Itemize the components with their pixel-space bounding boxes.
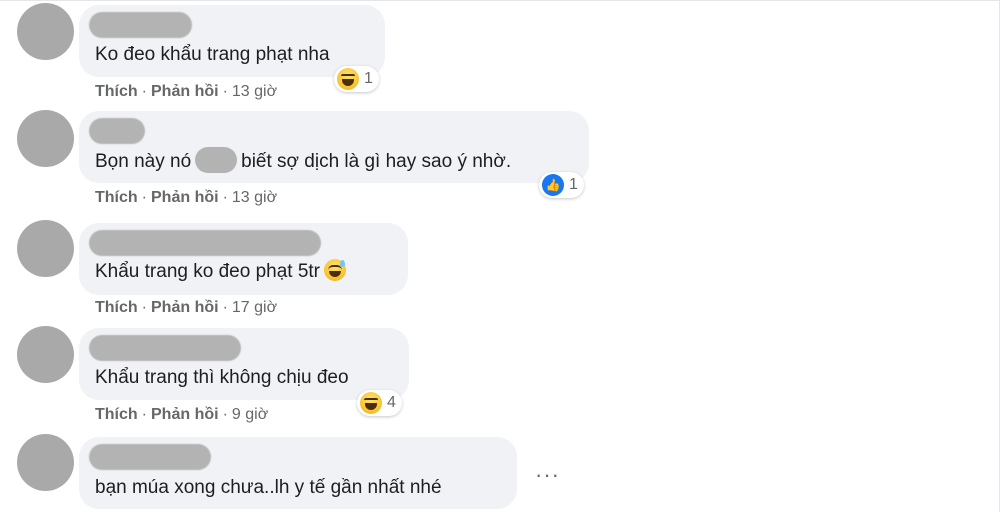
laughing-emoji-icon xyxy=(360,392,382,414)
comment-text: bạn múa xong chưa..lh y tế gần nhất nhé xyxy=(95,477,442,498)
author-name-redacted[interactable] xyxy=(89,12,192,38)
reply-link[interactable]: Phản hồi xyxy=(151,299,219,316)
comment-bubble: Ko đeo khẩu trang phạt nha xyxy=(79,5,385,77)
comment-bubble: bạn múa xong chưa..lh y tế gần nhất nhé xyxy=(79,437,517,509)
author-name-redacted[interactable] xyxy=(89,335,241,361)
like-link[interactable]: Thích xyxy=(95,83,138,100)
comment-text: Ko đeo khẩu trang phạt nha xyxy=(95,44,330,65)
reply-link[interactable]: Phản hồi xyxy=(151,406,219,423)
frame-border-top xyxy=(0,0,1000,1)
comment-meta: Thích · Phản hồi · 9 giờ xyxy=(95,406,268,424)
reply-link[interactable]: Phản hồi xyxy=(151,83,219,100)
like-link[interactable]: Thích xyxy=(95,406,138,423)
avatar[interactable] xyxy=(17,434,74,491)
avatar[interactable] xyxy=(17,220,74,277)
separator: · xyxy=(222,406,228,423)
timestamp[interactable]: 13 giờ xyxy=(232,189,277,206)
comment-meta: Thích · Phản hồi · 13 giờ xyxy=(95,83,277,101)
reaction-count: 1 xyxy=(569,176,578,193)
reply-link[interactable]: Phản hồi xyxy=(151,189,219,206)
comment-meta: Thích · Phản hồi · 13 giờ xyxy=(95,189,277,207)
laughing-emoji-icon xyxy=(337,68,359,90)
timestamp[interactable]: 13 giờ xyxy=(232,83,277,100)
comment-text: Khẩu trang ko đeo phạt 5tr xyxy=(95,259,346,283)
grinning-sweat-emoji-icon xyxy=(324,259,346,281)
reaction-count: 4 xyxy=(387,394,396,411)
author-name-redacted[interactable] xyxy=(89,444,211,470)
reaction-badge[interactable]: 👍 1 xyxy=(539,172,584,198)
author-name-redacted[interactable] xyxy=(89,118,145,144)
avatar[interactable] xyxy=(17,3,74,60)
avatar[interactable] xyxy=(17,326,74,383)
author-name-redacted[interactable] xyxy=(89,230,321,256)
more-options-icon[interactable]: ··· xyxy=(535,462,560,488)
comment-bubble: Khẩu trang ko đeo phạt 5tr xyxy=(79,223,408,295)
thumbs-up-icon: 👍 xyxy=(542,174,564,196)
sweat-drop xyxy=(340,260,345,267)
comment-text-before: Bọn này nó xyxy=(95,151,192,173)
comment-bubble: Bọn này nó biết sợ dịch là gì hay sao ý n… xyxy=(79,111,589,183)
redacted-word xyxy=(195,147,238,173)
separator: · xyxy=(222,299,228,316)
separator: · xyxy=(141,299,147,316)
comment-meta: Thích · Phản hồi · 17 giờ xyxy=(95,299,277,317)
reaction-count: 1 xyxy=(364,70,373,87)
comment-text-main: Khẩu trang ko đeo phạt 5tr xyxy=(95,261,320,283)
like-link[interactable]: Thích xyxy=(95,189,138,206)
comment-text: Bọn này nó biết sợ dịch là gì hay sao ý n… xyxy=(95,147,512,175)
comment-text: Khẩu trang thì không chịu đeo xyxy=(95,367,349,388)
separator: · xyxy=(141,189,147,206)
comment-text-after: biết sợ dịch là gì hay sao ý nhờ. xyxy=(241,151,512,173)
comment-bubble: Khẩu trang thì không chịu đeo xyxy=(79,328,409,400)
separator: · xyxy=(222,189,228,206)
reaction-badge[interactable]: 4 xyxy=(357,390,402,416)
separator: · xyxy=(141,83,147,100)
avatar[interactable] xyxy=(17,110,74,167)
timestamp[interactable]: 17 giờ xyxy=(232,299,277,316)
like-link[interactable]: Thích xyxy=(95,299,138,316)
separator: · xyxy=(141,406,147,423)
timestamp[interactable]: 9 giờ xyxy=(232,406,268,423)
separator: · xyxy=(222,83,228,100)
reaction-badge[interactable]: 1 xyxy=(334,66,379,92)
